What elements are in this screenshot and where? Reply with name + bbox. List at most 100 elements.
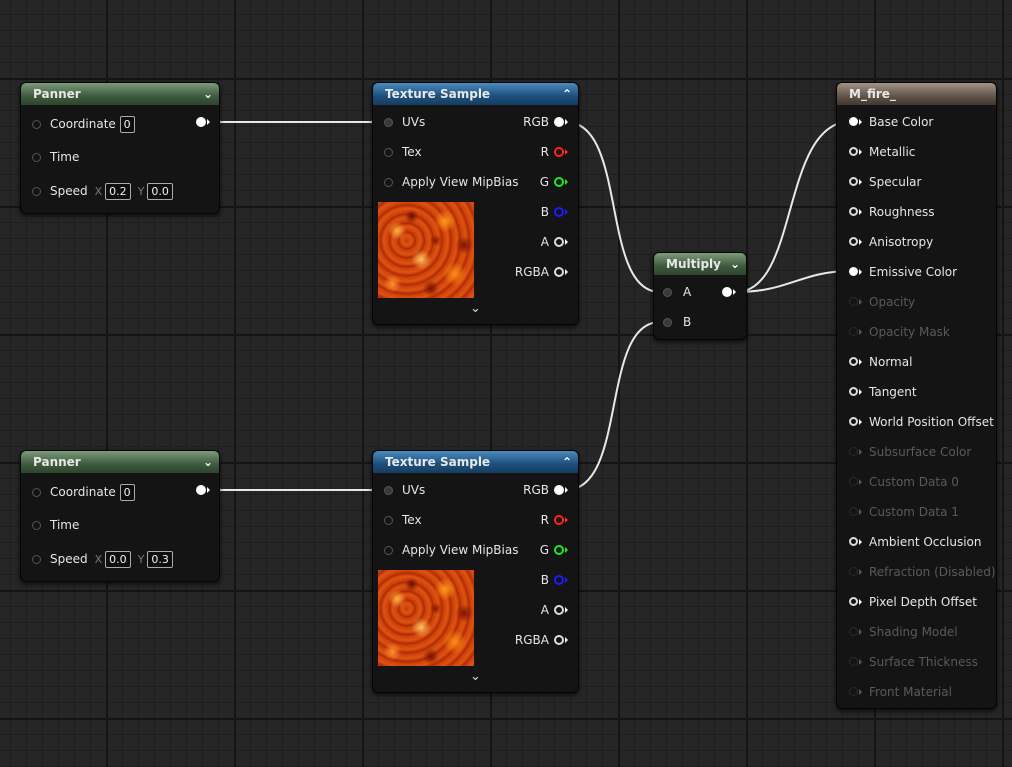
time-label: Time: [50, 150, 80, 164]
output-arrow-icon: [565, 607, 568, 613]
uvs-input-pin[interactable]: [384, 118, 393, 127]
speed-y-field[interactable]: 0.0: [147, 183, 173, 200]
multiply-header[interactable]: Multiply ⌄: [654, 253, 746, 275]
panner-node-1[interactable]: Panner ⌄ Coordinate 0 Time Speed X 0.2 Y 0.0: [20, 82, 220, 214]
multiply-output-pin[interactable]: [722, 287, 732, 297]
r-output-pin[interactable]: [554, 147, 564, 157]
material-input-label: Subsurface Color: [869, 445, 972, 459]
coordinate-value-field[interactable]: 0: [119, 116, 135, 133]
chevron-up-icon[interactable]: ⌃: [562, 451, 572, 473]
a-output-pin[interactable]: [554, 605, 564, 615]
a-output-pin[interactable]: [554, 237, 564, 247]
panner-node-header[interactable]: Panner ⌄: [21, 451, 219, 473]
g-output-pin[interactable]: [554, 545, 564, 555]
tex-input-pin[interactable]: [384, 516, 393, 525]
b-input-pin[interactable]: [663, 318, 672, 327]
speed-x-field[interactable]: 0.2: [105, 183, 131, 200]
material-pin-13-icon[interactable]: [849, 507, 858, 516]
material-pin-15-icon[interactable]: [849, 567, 858, 576]
material-pin-9-icon[interactable]: [849, 387, 858, 396]
input-arrow-icon: [859, 479, 862, 485]
chevron-down-icon[interactable]: ⌄: [730, 253, 740, 275]
time-input-pin[interactable]: [32, 521, 41, 530]
material-result-node[interactable]: M_fire_ Base Color Metallic Specular Roughn…: [836, 82, 997, 709]
coordinate-value-field[interactable]: 0: [119, 484, 135, 501]
material-input-label: Front Material: [869, 685, 952, 699]
material-pin-8-icon[interactable]: [849, 357, 858, 366]
input-arrow-icon: [859, 569, 862, 575]
input-arrow-icon: [859, 449, 862, 455]
material-pin-2-icon[interactable]: [849, 177, 858, 186]
input-arrow-icon: [859, 389, 862, 395]
panner-node-header[interactable]: Panner ⌄: [21, 83, 219, 105]
material-pin-0-icon[interactable]: [849, 117, 858, 126]
uvs-input-pin[interactable]: [384, 486, 393, 495]
panner-output-pin[interactable]: [196, 485, 206, 495]
output-arrow-icon: [565, 179, 568, 185]
material-pin-1-icon[interactable]: [849, 147, 858, 156]
multiply-node[interactable]: Multiply ⌄ A B: [653, 252, 747, 340]
material-pin-3-icon[interactable]: [849, 207, 858, 216]
g-output-label: G: [539, 543, 549, 557]
g-output-pin[interactable]: [554, 177, 564, 187]
node-title: Panner: [33, 455, 81, 469]
tex-label: Tex: [402, 145, 422, 159]
time-input-pin[interactable]: [32, 153, 41, 162]
material-pin-7-icon[interactable]: [849, 327, 858, 336]
b-output-pin[interactable]: [554, 207, 564, 217]
material-header[interactable]: M_fire_: [837, 83, 996, 105]
mipbias-input-pin[interactable]: [384, 178, 393, 187]
fire-texture-preview: [378, 570, 474, 666]
panner-node-2[interactable]: Panner ⌄ Coordinate 0 Time Speed X 0.0 Y 0.3: [20, 450, 220, 582]
output-arrow-icon: [565, 487, 568, 493]
input-arrow-icon: [859, 539, 862, 545]
chevron-up-icon[interactable]: ⌃: [562, 83, 572, 105]
input-arrow-icon: [859, 359, 862, 365]
material-pin-16-icon[interactable]: [849, 597, 858, 606]
rgb-output-label: RGB: [523, 115, 549, 129]
tex-input-pin[interactable]: [384, 148, 393, 157]
coordinate-input-pin[interactable]: [32, 120, 41, 129]
speed-x-label: X: [94, 553, 103, 566]
r-output-pin[interactable]: [554, 515, 564, 525]
panner-output-pin[interactable]: [196, 117, 206, 127]
texture-sample-header[interactable]: Texture Sample ⌃: [373, 451, 578, 473]
node-title: Texture Sample: [385, 455, 491, 469]
speed-x-field[interactable]: 0.0: [105, 551, 131, 568]
chevron-down-icon[interactable]: ⌄: [203, 83, 213, 105]
a-input-pin[interactable]: [663, 288, 672, 297]
chevron-down-icon[interactable]: ⌄: [203, 451, 213, 473]
material-pin-5-icon[interactable]: [849, 267, 858, 276]
material-pin-18-icon[interactable]: [849, 657, 858, 666]
expand-chevron-icon[interactable]: ⌄: [470, 669, 481, 684]
r-output-label: R: [540, 513, 549, 527]
rgba-output-pin[interactable]: [554, 635, 564, 645]
texture-sample-node-2[interactable]: Texture Sample ⌃ UVs Tex Apply View MipBi…: [372, 450, 579, 693]
speed-input-pin[interactable]: [32, 187, 41, 196]
speed-label: Speed: [50, 552, 88, 566]
input-arrow-icon: [859, 629, 862, 635]
rgba-output-pin[interactable]: [554, 267, 564, 277]
material-pin-11-icon[interactable]: [849, 447, 858, 456]
wire-texture2-to-multiply-b: [565, 321, 661, 491]
input-arrow-icon: [859, 599, 862, 605]
material-pin-12-icon[interactable]: [849, 477, 858, 486]
material-pin-6-icon[interactable]: [849, 297, 858, 306]
rgb-output-pin[interactable]: [554, 117, 564, 127]
b-output-pin[interactable]: [554, 575, 564, 585]
material-pin-4-icon[interactable]: [849, 237, 858, 246]
material-pin-10-icon[interactable]: [849, 417, 858, 426]
speed-input-pin[interactable]: [32, 555, 41, 564]
coordinate-input-pin[interactable]: [32, 488, 41, 497]
material-pin-14-icon[interactable]: [849, 537, 858, 546]
expand-chevron-icon[interactable]: ⌄: [470, 301, 481, 316]
texture-sample-header[interactable]: Texture Sample ⌃: [373, 83, 578, 105]
rgb-output-pin[interactable]: [554, 485, 564, 495]
b-input-label: B: [683, 315, 692, 329]
speed-y-field[interactable]: 0.3: [147, 551, 173, 568]
texture-sample-node-1[interactable]: Texture Sample ⌃ UVs Tex Apply View MipBi…: [372, 82, 579, 325]
mipbias-input-pin[interactable]: [384, 546, 393, 555]
material-pin-17-icon[interactable]: [849, 627, 858, 636]
output-arrow-icon: [565, 547, 568, 553]
material-pin-19-icon[interactable]: [849, 687, 858, 696]
